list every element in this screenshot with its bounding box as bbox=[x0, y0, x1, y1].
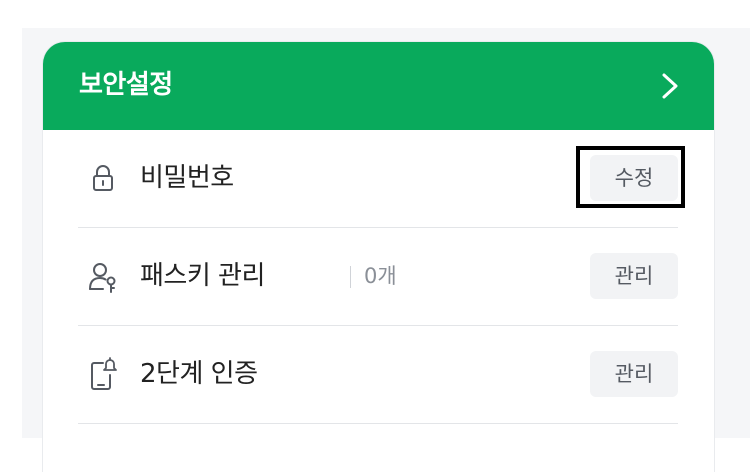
password-label: 비밀번호 bbox=[140, 163, 234, 193]
manage-two-step-button[interactable]: 관리 bbox=[590, 351, 678, 397]
manage-passkey-button[interactable]: 관리 bbox=[590, 253, 678, 299]
security-settings-card: 보안설정 비밀번호 수정 패스키 관리 0개 관리 2단계 인증 관리 bbox=[43, 42, 714, 472]
two-step-label: 2단계 인증 bbox=[140, 359, 258, 389]
edit-password-button[interactable]: 수정 bbox=[590, 155, 678, 201]
security-settings-header[interactable]: 보안설정 bbox=[43, 42, 714, 130]
card-title: 보안설정 bbox=[79, 70, 173, 100]
row-passkey: 패스키 관리 0개 관리 bbox=[78, 228, 678, 326]
passkey-label: 패스키 관리 bbox=[140, 261, 265, 291]
row-two-step: 2단계 인증 관리 bbox=[78, 326, 678, 424]
passkey-count: 0개 bbox=[364, 264, 397, 288]
row-password: 비밀번호 수정 bbox=[78, 130, 678, 228]
lock-icon bbox=[93, 165, 113, 191]
chevron-right-icon[interactable] bbox=[658, 70, 682, 102]
label-separator bbox=[350, 266, 351, 288]
phone-bell-icon bbox=[91, 357, 117, 390]
passkey-user-icon bbox=[89, 263, 116, 293]
